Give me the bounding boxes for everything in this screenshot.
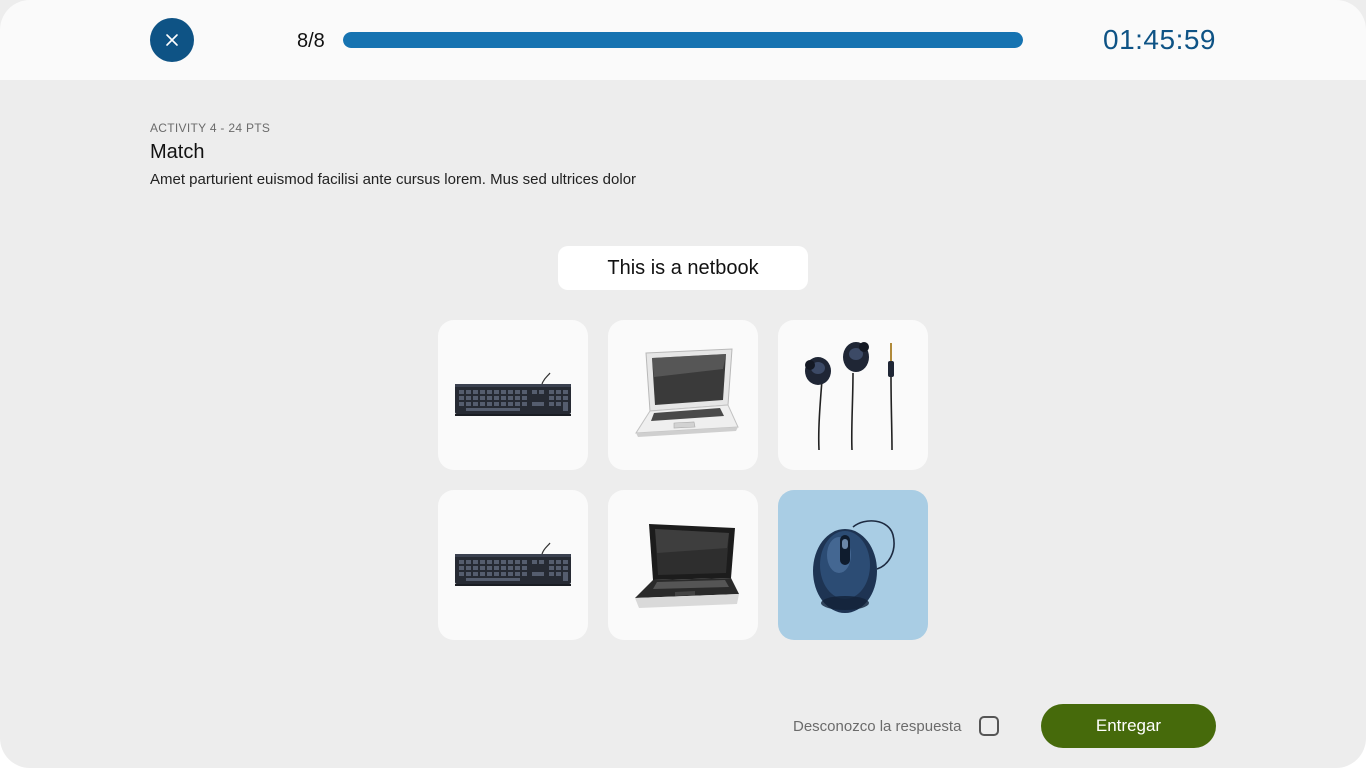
- option-card-keyboard[interactable]: [438, 320, 588, 470]
- close-icon: [166, 34, 178, 46]
- keyboard-image: [455, 372, 571, 416]
- question-counter: 8/8: [297, 30, 325, 52]
- prompt-card: This is a netbook: [558, 246, 808, 290]
- option-card-netbook-black[interactable]: [608, 490, 758, 640]
- submit-button[interactable]: Entregar: [1041, 704, 1216, 748]
- activity-title: Match: [150, 141, 205, 163]
- timer: 01:45:59: [1103, 24, 1216, 55]
- prompt-text: This is a netbook: [607, 256, 759, 279]
- progress-fill: [343, 32, 1023, 48]
- mouse-image: [813, 520, 895, 613]
- keyboard-image: [455, 542, 571, 586]
- netbook-image: [635, 348, 739, 437]
- option-card-netbook-white[interactable]: [608, 320, 758, 470]
- close-button[interactable]: [150, 18, 194, 62]
- activity-meta: ACTIVITY 4 - 24 PTS: [150, 121, 271, 135]
- option-card-earphones[interactable]: [778, 320, 928, 470]
- earphones-image: [805, 342, 894, 451]
- option-card-mouse[interactable]: [778, 490, 928, 640]
- unknown-answer-label: Desconozco la respuesta: [793, 718, 962, 735]
- top-bar: 8/8 01:45:59: [0, 0, 1366, 80]
- netbook-image: [635, 524, 739, 608]
- option-card-keyboard-2[interactable]: [438, 490, 588, 640]
- options-grid: [438, 320, 928, 640]
- activity-description: Amet parturient euismod facilisi ante cu…: [150, 171, 637, 188]
- unknown-answer-checkbox[interactable]: [979, 716, 999, 736]
- submit-label: Entregar: [1095, 716, 1162, 735]
- progress-bar: [343, 32, 1023, 48]
- quiz-app: 8/8 01:45:59 ACTIVITY 4 - 24 PTS Match A…: [0, 0, 1366, 768]
